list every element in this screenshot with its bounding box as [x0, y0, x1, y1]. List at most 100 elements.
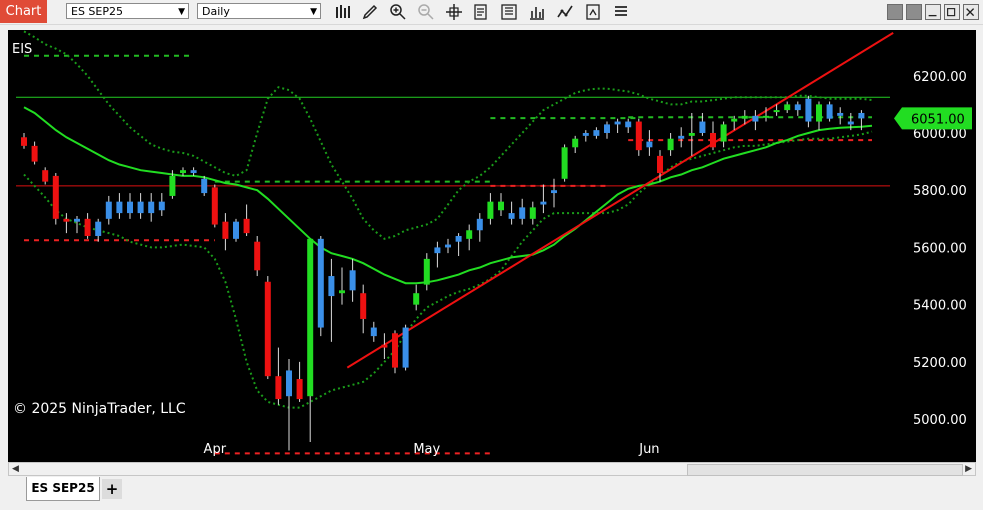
price-chart[interactable]: 5000.005200.005400.005600.005800.006000.… [8, 30, 976, 462]
candle[interactable] [667, 132, 674, 156]
candle[interactable] [381, 333, 388, 360]
scroll-thumb[interactable] [687, 464, 963, 476]
candle[interactable] [392, 330, 398, 374]
minimize-button[interactable] [925, 4, 941, 20]
candle[interactable] [243, 204, 250, 236]
candle[interactable] [593, 127, 600, 139]
tab-es-sep25[interactable]: ES SEP25 [26, 477, 100, 501]
candle[interactable] [127, 193, 133, 219]
candle[interactable] [402, 324, 409, 371]
scroll-left-icon[interactable]: ◀ [12, 463, 19, 475]
candle[interactable] [254, 235, 261, 277]
link-button[interactable] [887, 4, 903, 20]
instrument-select[interactable]: ES SEP25 ▼ [66, 3, 189, 19]
templates-icon[interactable] [612, 3, 630, 21]
add-tab-button[interactable]: + [102, 479, 122, 499]
candle[interactable] [317, 235, 324, 337]
candle[interactable] [784, 101, 791, 113]
candle[interactable] [222, 213, 229, 251]
candle[interactable] [360, 284, 367, 334]
zoom-in-icon[interactable] [389, 3, 407, 21]
candle[interactable] [137, 193, 144, 219]
candle[interactable] [572, 135, 579, 154]
candle[interactable] [487, 193, 494, 225]
candle[interactable] [794, 101, 801, 116]
candle[interactable] [561, 144, 568, 182]
maximize-button[interactable] [944, 4, 960, 20]
drawing-tool-icon[interactable] [361, 3, 379, 21]
candle[interactable] [529, 201, 536, 225]
indicators-icon[interactable] [556, 3, 574, 21]
candle[interactable] [805, 95, 812, 128]
group-button[interactable] [906, 4, 922, 20]
candle[interactable] [434, 241, 441, 268]
candle[interactable] [508, 201, 515, 225]
crosshair-icon[interactable] [445, 3, 463, 21]
candle-body [667, 138, 674, 151]
candle[interactable] [264, 276, 271, 380]
candle[interactable] [339, 267, 345, 305]
close-button[interactable] [963, 4, 979, 20]
candle[interactable] [646, 130, 653, 156]
candle[interactable] [211, 184, 218, 228]
candle[interactable] [286, 359, 292, 451]
candle[interactable] [328, 258, 335, 342]
candle[interactable] [275, 347, 282, 405]
candle[interactable] [233, 218, 239, 242]
data-box-icon[interactable] [500, 3, 518, 21]
candle[interactable] [614, 118, 621, 133]
candle[interactable] [604, 121, 610, 139]
candle[interactable] [816, 101, 822, 131]
candle[interactable] [63, 213, 70, 234]
candle[interactable] [455, 233, 462, 257]
candle[interactable] [95, 218, 102, 242]
scroll-right-icon[interactable]: ▶ [965, 463, 972, 475]
candle[interactable] [582, 130, 589, 142]
trend-line[interactable] [346, 32, 894, 369]
candle[interactable] [105, 195, 112, 225]
candle[interactable] [349, 258, 356, 302]
horizontal-scrollbar[interactable]: ◀ ▶ [8, 462, 976, 476]
candle[interactable] [540, 184, 547, 214]
candle[interactable] [826, 101, 833, 122]
candle[interactable] [42, 167, 49, 185]
candle[interactable] [307, 238, 314, 442]
candle[interactable] [466, 224, 473, 251]
candle[interactable] [445, 238, 451, 254]
candle[interactable] [519, 198, 526, 225]
candle[interactable] [31, 141, 38, 165]
chart-trader-icon[interactable] [584, 3, 602, 21]
candle[interactable] [423, 253, 430, 291]
candle[interactable] [752, 110, 759, 131]
candle[interactable] [84, 213, 91, 239]
candle[interactable] [370, 321, 377, 342]
candle[interactable] [148, 193, 155, 222]
candle[interactable] [635, 118, 642, 156]
candle[interactable] [413, 284, 420, 311]
candle[interactable] [158, 193, 165, 216]
zoom-out-icon[interactable] [417, 3, 435, 21]
candle[interactable] [201, 175, 208, 196]
candle[interactable] [476, 213, 483, 242]
chart-panel[interactable]: 5000.00 5200.00 5400.00 5600.00 5800.00 6000.… [8, 30, 976, 462]
candle[interactable] [625, 118, 632, 133]
candle[interactable] [710, 121, 716, 151]
candle-body [657, 155, 663, 174]
candle[interactable] [837, 107, 844, 125]
candle-body [137, 201, 144, 214]
chart-properties-icon[interactable] [472, 3, 490, 21]
candle[interactable] [688, 112, 695, 156]
bar-type-icon[interactable] [334, 3, 352, 21]
candle[interactable] [498, 193, 504, 216]
candle[interactable] [551, 178, 557, 208]
candle[interactable] [296, 361, 303, 402]
chart-label[interactable]: Chart [0, 0, 47, 23]
interval-select[interactable]: Daily ▼ [197, 3, 321, 19]
candle[interactable] [116, 193, 123, 219]
candle[interactable] [52, 173, 59, 225]
candle[interactable] [190, 167, 197, 176]
strategies-icon[interactable] [528, 3, 546, 21]
candle[interactable] [720, 121, 727, 148]
candle[interactable] [678, 127, 685, 148]
candle[interactable] [21, 132, 27, 149]
